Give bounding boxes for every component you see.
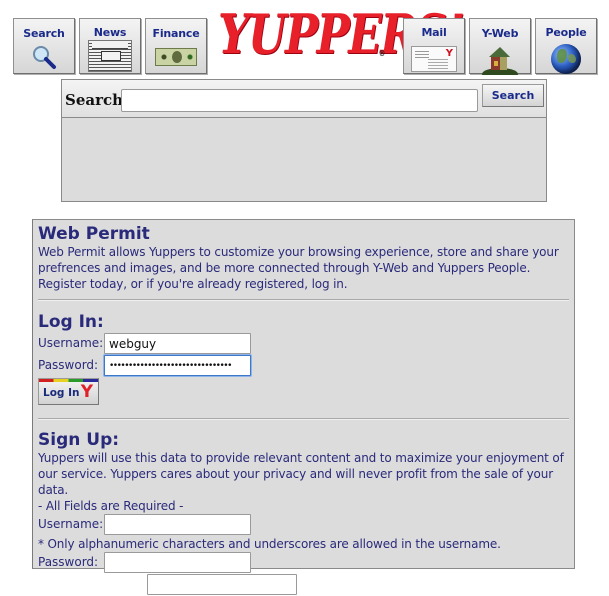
signup-password-input[interactable] (104, 552, 251, 573)
signup-username-row: Username: (38, 514, 569, 536)
login-username-label: Username: (38, 336, 104, 350)
nav-finance-button[interactable]: Finance (145, 18, 207, 74)
login-password-input[interactable] (104, 355, 251, 376)
web-permit-intro: Web Permit allows Yuppers to customize y… (38, 245, 559, 291)
signup-intro: Yuppers will use this data to provide re… (38, 451, 564, 497)
login-section: Log In: Username: Password: Log In Y (38, 301, 569, 418)
divider (38, 418, 569, 420)
signup-username-label: Username: (38, 517, 104, 531)
nav-yweb-label: Y-Web (481, 27, 519, 40)
web-permit-panel: Web Permit Web Permit allows Yuppers to … (32, 219, 575, 595)
nav-news-button[interactable]: News (79, 18, 141, 74)
house-icon (482, 47, 518, 75)
magnifier-icon (33, 46, 56, 69)
nav-search-label: Search (23, 27, 65, 40)
y-logo-icon: Y (80, 382, 93, 402)
signup-password-row: Password: (38, 552, 569, 574)
globe-icon (551, 44, 581, 74)
search-panel: Search: Search (61, 79, 547, 202)
login-password-label: Password: (38, 358, 99, 372)
registered-mark: ® (378, 48, 386, 58)
signup-username-input[interactable] (104, 514, 251, 535)
login-username-row: Username: (38, 333, 338, 355)
nav-news-label: News (93, 26, 127, 39)
yuppers-logo[interactable]: YUPPERS! ® (218, 3, 465, 73)
nav-yweb-button[interactable]: Y-Web (469, 18, 531, 75)
dollar-bill-icon (155, 48, 197, 66)
login-password-row: Password: (38, 355, 338, 377)
login-title: Log In: (38, 312, 104, 332)
username-hint: * Only alphanumeric characters and under… (38, 537, 501, 551)
search-input[interactable] (121, 89, 478, 112)
signup-next-row (38, 574, 569, 596)
search-label: Search: (65, 91, 129, 109)
envelope-icon: Y (411, 46, 457, 72)
web-permit-title: Web Permit (38, 224, 150, 244)
login-button-label: Log In (43, 387, 80, 399)
login-username-input[interactable] (104, 333, 251, 354)
newspaper-icon (88, 40, 132, 72)
nav-finance-label: Finance (152, 27, 200, 40)
search-bar: Search: Search (62, 80, 546, 118)
nav-people-label: People (545, 26, 587, 39)
signup-section: Sign Up: Yuppers will use this data to p… (38, 430, 569, 596)
nav-people-button[interactable]: People (535, 18, 597, 74)
signup-next-input[interactable] (147, 574, 297, 595)
signup-password-label: Password: (38, 555, 99, 569)
nav-search-button[interactable]: Search (13, 18, 75, 74)
nav-mail-button[interactable]: Mail Y (403, 18, 465, 74)
search-submit-button[interactable]: Search (482, 84, 544, 107)
signup-title: Sign Up: (38, 430, 120, 450)
nav-mail-label: Mail (421, 26, 447, 39)
required-note: - All Fields are Required - (38, 499, 184, 513)
login-button[interactable]: Log In Y (38, 378, 99, 405)
